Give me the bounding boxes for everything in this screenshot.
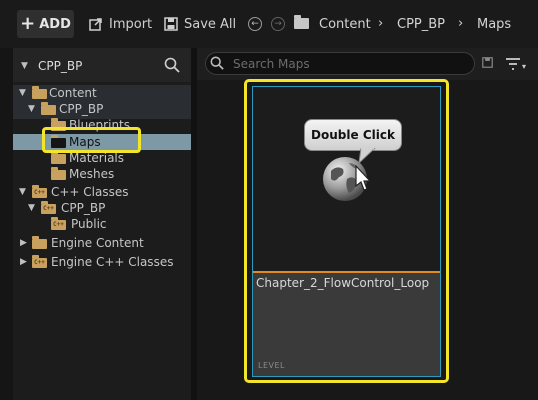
plus-icon: + [20, 13, 36, 34]
expand-arrow-icon[interactable]: ▼ [19, 85, 26, 101]
add-button[interactable]: + ADD [17, 10, 74, 38]
tree-item-cpp-bp[interactable]: CPP_BP [59, 101, 103, 117]
save-search-icon[interactable] [482, 57, 493, 68]
code-folder-icon [32, 255, 47, 268]
code-folder-icon [51, 217, 66, 230]
search-icon [210, 56, 224, 70]
import-label: Import [109, 16, 153, 32]
tree-item-public[interactable]: Public [71, 216, 107, 232]
filter-icon[interactable] [505, 57, 521, 71]
forward-arrow-icon[interactable]: → [271, 17, 285, 31]
folder-icon [32, 236, 47, 249]
expand-arrow-icon[interactable]: ▶ [20, 235, 27, 251]
maps-highlight-box [42, 127, 141, 153]
folder-icon [32, 86, 47, 99]
folder-icon [41, 102, 56, 115]
chevron-down-icon[interactable]: ▾ [522, 62, 526, 71]
expand-arrow-icon[interactable]: ▼ [28, 101, 35, 117]
project-name: CPP_BP [38, 59, 83, 73]
folder-icon[interactable] [294, 15, 309, 29]
back-arrow-icon[interactable]: ← [248, 17, 262, 31]
chevron-right-icon: › [458, 16, 464, 31]
tree-item-cpp-classes[interactable]: C++ Classes [51, 184, 129, 200]
expand-arrow-icon[interactable]: ▶ [20, 254, 27, 270]
code-folder-icon [32, 185, 47, 198]
folder-icon [51, 151, 66, 164]
folder-icon [51, 167, 66, 180]
callout-tail [358, 148, 376, 164]
breadcrumb-content[interactable]: Content [319, 17, 371, 32]
expand-arrow-icon[interactable]: ▼ [28, 200, 35, 216]
tree-item-engine-content[interactable]: Engine Content [51, 235, 144, 251]
collapse-arrow-icon[interactable]: ▼ [21, 58, 28, 74]
breadcrumb-cpp-bp[interactable]: CPP_BP [397, 17, 445, 32]
save-all-label: Save All [184, 16, 237, 32]
save-all-button[interactable]: Save All [164, 10, 236, 38]
tree-item-engine-cpp-classes[interactable]: Engine C++ Classes [51, 254, 173, 270]
import-icon [89, 18, 102, 31]
double-click-callout: Double Click [304, 119, 402, 151]
breadcrumb-maps[interactable]: Maps [477, 17, 511, 32]
expand-arrow-icon[interactable]: ▼ [19, 184, 26, 200]
tree-item-content[interactable]: Content [49, 85, 97, 101]
save-icon [164, 17, 178, 31]
search-icon[interactable] [164, 57, 180, 73]
tree-item-meshes[interactable]: Meshes [69, 166, 114, 182]
tree-item-cpp-bp-classes[interactable]: CPP_BP [61, 200, 105, 216]
add-label: ADD [39, 16, 71, 32]
search-placeholder: Search Maps [233, 57, 310, 71]
import-button[interactable]: Import [89, 10, 152, 38]
chevron-right-icon: › [378, 16, 384, 31]
code-folder-icon [41, 201, 56, 214]
